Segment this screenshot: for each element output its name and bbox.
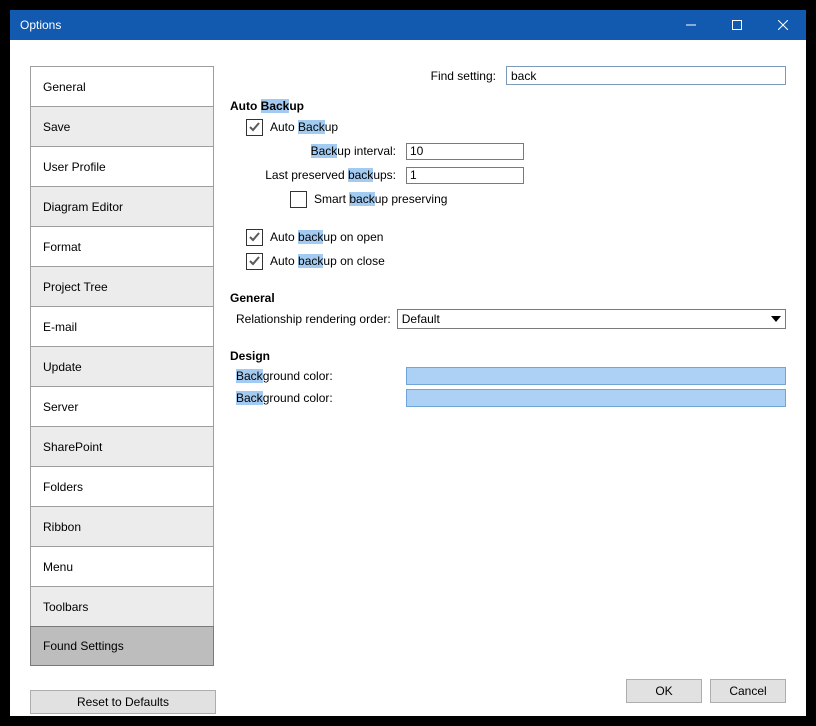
- checkbox-auto-backup-on-open[interactable]: [246, 229, 263, 246]
- sidebar-item-menu[interactable]: Menu: [31, 547, 213, 587]
- check-icon: [249, 255, 261, 267]
- section-design: Design: [230, 349, 786, 363]
- sidebar-item-label: Toolbars: [43, 600, 88, 614]
- sidebar-item-project-tree[interactable]: Project Tree: [31, 267, 213, 307]
- sidebar-item-folders[interactable]: Folders: [31, 467, 213, 507]
- background-color-picker-1[interactable]: [406, 367, 786, 385]
- last-preserved-backups-input[interactable]: [406, 167, 524, 184]
- window-title: Options: [10, 18, 61, 32]
- find-setting-input[interactable]: [506, 66, 786, 85]
- sidebar-item-label: Format: [43, 240, 81, 254]
- sidebar-item-email[interactable]: E-mail: [31, 307, 213, 347]
- maximize-icon: [732, 20, 742, 30]
- sidebar-item-label: Server: [43, 400, 78, 414]
- checkbox-auto-backup[interactable]: [246, 119, 263, 136]
- sidebar-item-label: Menu: [43, 560, 73, 574]
- options-dialog: Options General Save User Profile Diagra…: [10, 10, 806, 716]
- sidebar-item-label: Folders: [43, 480, 83, 494]
- sidebar-item-toolbars[interactable]: Toolbars: [31, 587, 213, 627]
- background-color-picker-2[interactable]: [406, 389, 786, 407]
- select-value: Default: [402, 312, 440, 326]
- sidebar-item-label: Project Tree: [43, 280, 108, 294]
- cancel-button[interactable]: Cancel: [710, 679, 786, 703]
- checkbox-auto-backup-on-close[interactable]: [246, 253, 263, 270]
- sidebar-item-label: SharePoint: [43, 440, 102, 454]
- category-sidebar: General Save User Profile Diagram Editor…: [30, 66, 214, 666]
- sidebar-item-general[interactable]: General: [31, 67, 213, 107]
- sidebar-item-diagram-editor[interactable]: Diagram Editor: [31, 187, 213, 227]
- minimize-button[interactable]: [668, 10, 714, 40]
- close-icon: [778, 20, 788, 30]
- background-color-label-1: Background color:: [230, 369, 406, 383]
- checkbox-label: Smart backup preserving: [314, 192, 447, 206]
- find-setting-label: Find setting:: [230, 69, 506, 83]
- checkbox-label: Auto backup on close: [270, 254, 385, 268]
- last-preserved-backups-label: Last preserved backups:: [230, 168, 406, 182]
- ok-button[interactable]: OK: [626, 679, 702, 703]
- background-color-label-2: Background color:: [230, 391, 406, 405]
- reset-to-defaults-button[interactable]: Reset to Defaults: [30, 690, 216, 714]
- sidebar-item-user-profile[interactable]: User Profile: [31, 147, 213, 187]
- sidebar-item-label: General: [43, 80, 86, 94]
- checkbox-label: Auto Backup: [270, 120, 338, 134]
- button-label: OK: [655, 684, 672, 698]
- sidebar-item-update[interactable]: Update: [31, 347, 213, 387]
- check-icon: [249, 121, 261, 133]
- sidebar-item-label: Found Settings: [43, 639, 124, 653]
- settings-panel: Find setting: Auto Backup Auto Backup Ba…: [230, 66, 786, 660]
- backup-interval-input[interactable]: [406, 143, 524, 160]
- titlebar: Options: [10, 10, 806, 40]
- sidebar-item-save[interactable]: Save: [31, 107, 213, 147]
- sidebar-item-found-settings[interactable]: Found Settings: [30, 626, 214, 666]
- sidebar-item-label: E-mail: [43, 320, 77, 334]
- maximize-button[interactable]: [714, 10, 760, 40]
- sidebar-item-label: User Profile: [43, 160, 106, 174]
- relationship-rendering-order-select[interactable]: Default: [397, 309, 786, 329]
- close-button[interactable]: [760, 10, 806, 40]
- chevron-down-icon: [771, 316, 781, 322]
- section-general: General: [230, 291, 786, 305]
- section-auto-backup: Auto Backup: [230, 99, 786, 113]
- sidebar-item-label: Diagram Editor: [43, 200, 123, 214]
- sidebar-item-label: Ribbon: [43, 520, 81, 534]
- checkbox-smart-backup-preserving[interactable]: [290, 191, 307, 208]
- sidebar-item-sharepoint[interactable]: SharePoint: [31, 427, 213, 467]
- check-icon: [249, 231, 261, 243]
- button-label: Reset to Defaults: [77, 695, 169, 709]
- relationship-rendering-order-label: Relationship rendering order:: [236, 312, 391, 326]
- minimize-icon: [686, 20, 696, 30]
- sidebar-item-server[interactable]: Server: [31, 387, 213, 427]
- sidebar-item-label: Save: [43, 120, 70, 134]
- sidebar-item-ribbon[interactable]: Ribbon: [31, 507, 213, 547]
- sidebar-item-label: Update: [43, 360, 82, 374]
- sidebar-item-format[interactable]: Format: [31, 227, 213, 267]
- checkbox-label: Auto backup on open: [270, 230, 383, 244]
- backup-interval-label: Backup interval:: [230, 144, 406, 158]
- button-label: Cancel: [729, 684, 766, 698]
